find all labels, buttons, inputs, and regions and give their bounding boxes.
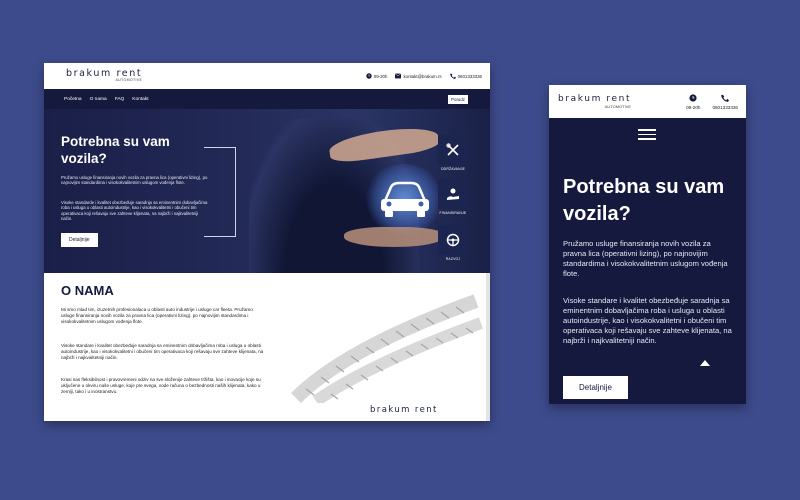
about-section: O NAMA Mi smo mlad tim, izuzetnih profes…: [44, 273, 490, 421]
steering-wheel-icon: [446, 233, 460, 247]
hero-title: Potrebna su vam vozila?: [61, 134, 170, 166]
brand-wordmark: brakum rent: [370, 405, 438, 415]
nav-item-o-nama[interactable]: O nama: [90, 97, 107, 102]
nav-links: Početna O nama FAQ Kontakt: [64, 97, 149, 102]
desktop-mockup: brakum rent AUTOMOTIVE 09-20h kontakt@br…: [44, 63, 490, 421]
details-button[interactable]: Detaljnije: [563, 376, 628, 399]
mobile-header: brakum rent AUTOMOTIVE 09-20h 0601333336: [549, 85, 746, 118]
hours-item: 09-20h: [366, 73, 388, 79]
service-razvoj[interactable]: RAZVOJ: [436, 225, 470, 261]
car-icon: [381, 181, 429, 217]
desktop-header: brakum rent AUTOMOTIVE 09-20h kontakt@br…: [44, 63, 490, 89]
logo-wordmark: brakum rent: [558, 93, 632, 104]
service-icon-box: [438, 179, 468, 209]
about-title: O NAMA: [61, 283, 114, 298]
phone-text: 0601333336: [712, 104, 738, 110]
phone-item[interactable]: 0601333336: [449, 73, 482, 79]
hero-paragraph-2: Visoke standarde i kvalitet obezbeđuje s…: [61, 200, 208, 222]
hero-paragraph-2: Visoke standare i kvalitet obezbeđuje sa…: [563, 296, 732, 345]
service-label: ODRŽAVANJE: [440, 167, 466, 171]
hours-item: 09-20h: [686, 93, 701, 110]
hero-title: Potrebna su vam vozila?: [563, 176, 725, 225]
logo-subtitle: AUTOMOTIVE: [115, 78, 143, 83]
service-icon-box: [438, 225, 468, 255]
hero-paragraph-1: Pružamo usluge finansiranja novih vozila…: [563, 239, 728, 278]
email-item[interactable]: kontakt@brakum.rs: [395, 73, 442, 79]
service-icon-box: [438, 135, 468, 165]
logo[interactable]: brakum rent AUTOMOTIVE: [66, 69, 142, 83]
phone-text: 0601333336: [457, 73, 482, 79]
scrollbar[interactable]: [486, 273, 490, 421]
service-label: RAZVOJ: [445, 257, 461, 261]
service-odrzavanje[interactable]: ODRŽAVANJE: [436, 135, 470, 171]
logo-wordmark: brakum rent: [66, 67, 143, 79]
mail-icon: [395, 73, 402, 79]
hamburger-menu-icon[interactable]: [638, 129, 656, 143]
main-nav: Početna O nama FAQ Kontakt Porudz: [44, 89, 490, 109]
decorative-bracket: [204, 147, 236, 237]
hours-text: 09-20h: [686, 104, 701, 110]
tire-track-image: [291, 294, 484, 403]
email-text: kontakt@brakum.rs: [403, 73, 442, 79]
nav-item-faq[interactable]: FAQ: [115, 97, 125, 102]
mobile-mockup: brakum rent AUTOMOTIVE 09-20h 0601333336…: [549, 85, 746, 404]
scroll-up-icon[interactable]: [700, 360, 710, 366]
order-button[interactable]: Porudz: [448, 94, 468, 104]
hero-image-hand-bottom: [344, 227, 444, 247]
clock-icon: [689, 93, 697, 102]
contact-bar: 09-20h kontakt@brakum.rs 0601333336: [366, 73, 482, 79]
money-hand-icon: [447, 188, 459, 200]
about-paragraph-3: Krasi nas fleksibilnost i pravovremeni o…: [61, 377, 261, 394]
phone-icon: [721, 94, 730, 102]
hero-paragraph-1: Pružamo usluge finansiranja novih vozila…: [61, 175, 208, 186]
clock-icon: [366, 73, 372, 79]
phone-icon: [449, 73, 456, 79]
hero-section: Potrebna su vam vozila? Pružamo usluge f…: [44, 109, 490, 273]
contact-bar: 09-20h 0601333336: [686, 93, 738, 110]
nav-item-kontakt[interactable]: Kontakt: [132, 97, 148, 102]
phone-item[interactable]: 0601333336: [712, 94, 738, 110]
details-button[interactable]: Detaljnije: [61, 233, 98, 247]
tools-icon: [446, 143, 459, 156]
about-paragraph-1: Mi smo mlad tim, izuzetnih profesionalac…: [61, 307, 253, 324]
hours-text: 09-20h: [373, 73, 388, 79]
nav-item-pocetna[interactable]: Početna: [64, 97, 82, 102]
about-paragraph-2: Visoke standare i kvalitet obezbeđuje sa…: [61, 343, 264, 360]
service-label: FINANSIRANJE: [439, 211, 467, 215]
logo[interactable]: brakum rent AUTOMOTIVE: [558, 93, 632, 109]
logo-subtitle: AUTOMOTIVE: [604, 103, 632, 109]
service-finansiranje[interactable]: FINANSIRANJE: [436, 179, 470, 215]
